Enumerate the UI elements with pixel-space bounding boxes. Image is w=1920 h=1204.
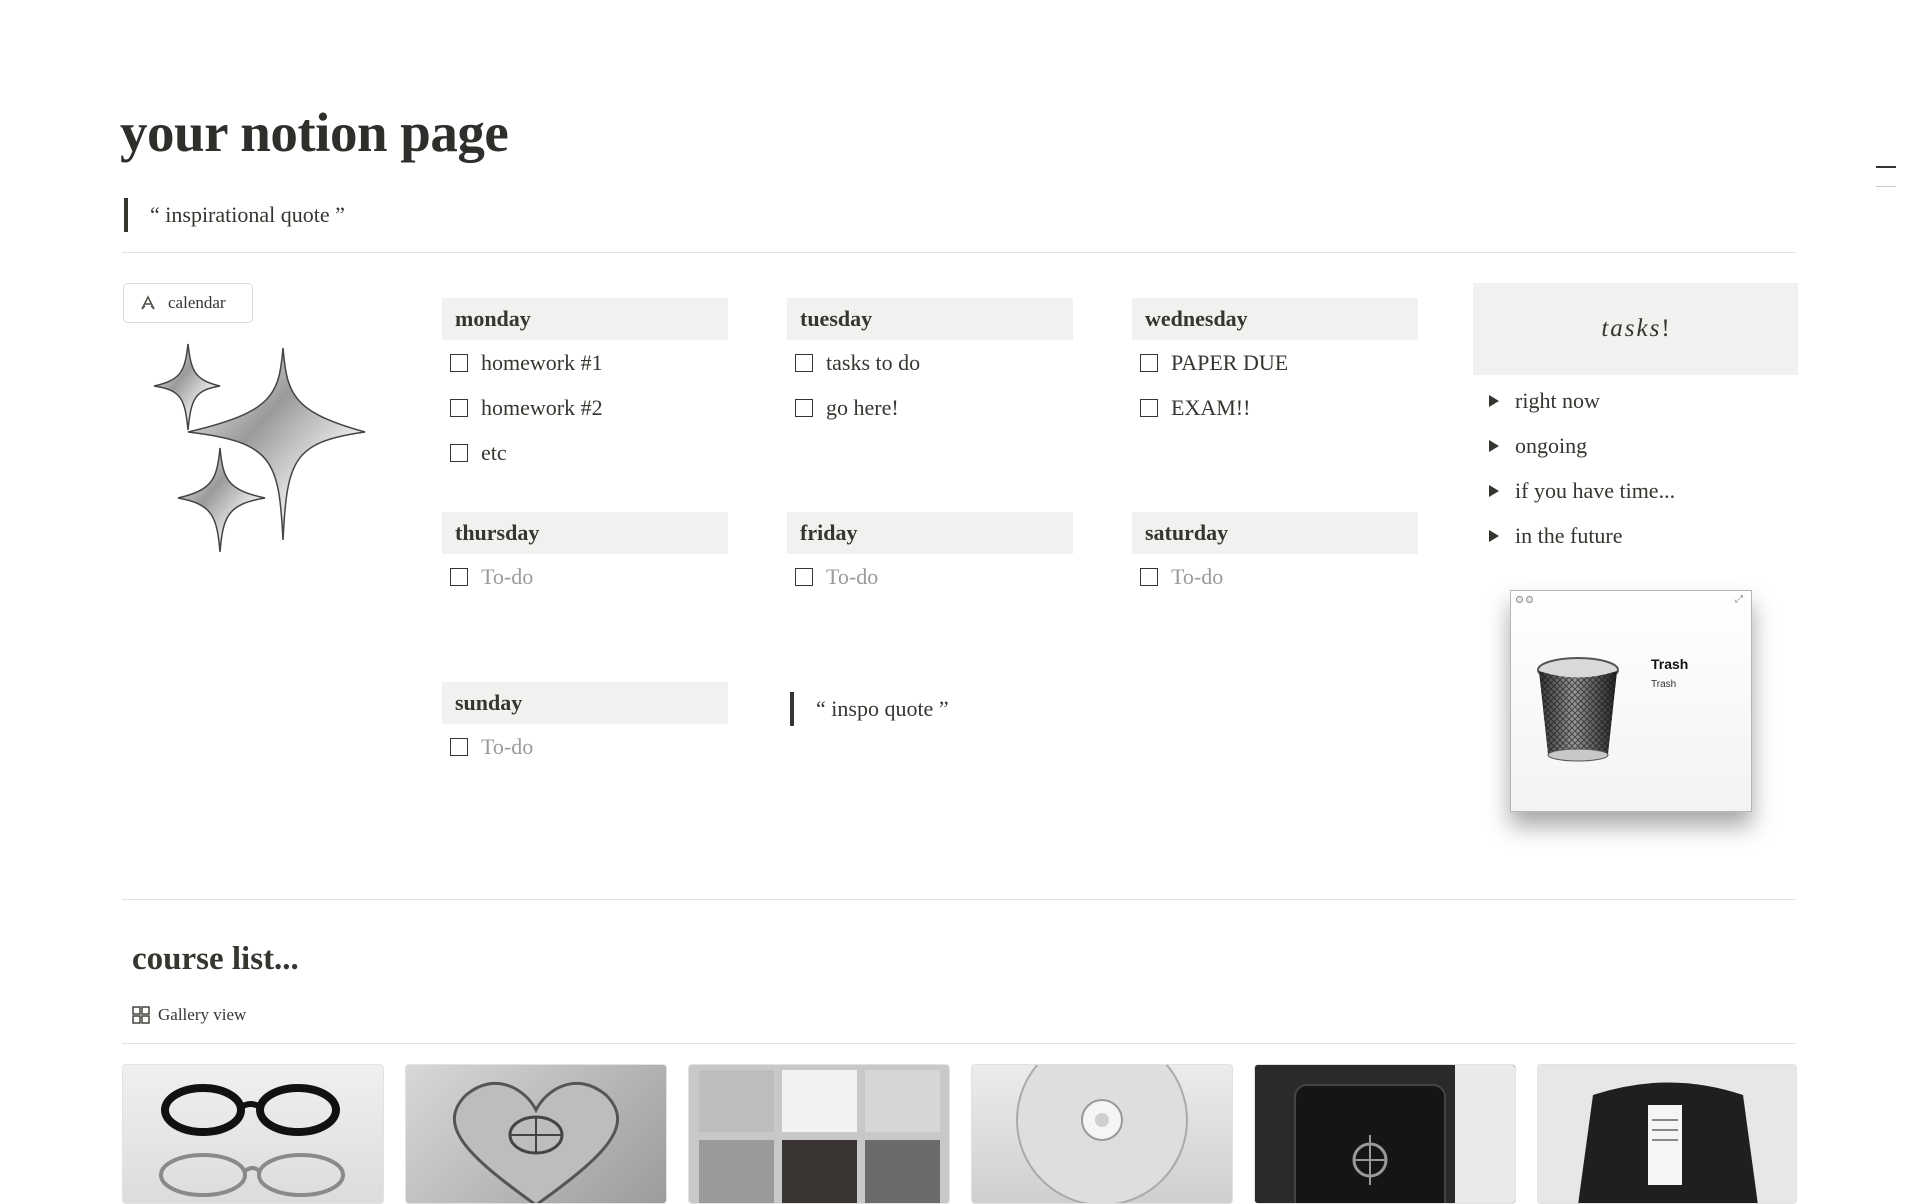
divider	[122, 899, 1796, 900]
outline-indicator-active[interactable]	[1876, 166, 1896, 168]
day-heading[interactable]: wednesday	[1132, 298, 1418, 340]
day-column-friday: friday To-do	[787, 512, 1073, 599]
divider	[122, 252, 1796, 253]
todo-checkbox[interactable]	[450, 398, 468, 417]
todo-checkbox[interactable]	[1140, 567, 1158, 586]
day-column-monday: monday homework #1 homework #2 etc	[442, 298, 728, 475]
day-heading[interactable]: sunday	[442, 682, 728, 724]
todo-item[interactable]: homework #1	[442, 340, 728, 385]
course-card[interactable]	[971, 1064, 1233, 1204]
task-toggle[interactable]: in the future	[1477, 513, 1675, 558]
course-card[interactable]	[1254, 1064, 1516, 1204]
toggle-triangle-icon[interactable]	[1489, 484, 1499, 497]
notion-calendar-icon	[141, 295, 155, 310]
todo-item[interactable]: PAPER DUE	[1132, 340, 1418, 385]
todo-checkbox[interactable]	[450, 353, 468, 372]
day-column-sunday: sunday To-do	[442, 682, 728, 769]
toggle-triangle-icon[interactable]	[1489, 439, 1499, 452]
todo-checkbox[interactable]	[795, 567, 813, 586]
todo-item[interactable]: To-do	[1132, 554, 1418, 599]
todo-text[interactable]: EXAM!!	[1171, 395, 1250, 421]
day-heading[interactable]: thursday	[442, 512, 728, 554]
todo-item[interactable]: To-do	[787, 554, 1073, 599]
day-heading[interactable]: tuesday	[787, 298, 1073, 340]
sparkles-image	[153, 343, 366, 553]
day-heading[interactable]: friday	[787, 512, 1073, 554]
task-toggle-label: in the future	[1515, 522, 1623, 548]
todo-item[interactable]: tasks to do	[787, 340, 1073, 385]
page-title[interactable]: your notion page	[120, 100, 509, 166]
leather-wallet-image	[1255, 1065, 1515, 1203]
eyeshadow-palette-image	[699, 1070, 940, 1203]
course-card[interactable]	[688, 1064, 950, 1204]
todo-checkbox[interactable]	[1140, 398, 1158, 417]
todo-text[interactable]: homework #2	[481, 395, 603, 421]
tasks-callout[interactable]: tasks!	[1473, 283, 1798, 375]
page-quote[interactable]: “ inspirational quote ”	[124, 198, 345, 232]
todo-item[interactable]: go here!	[787, 385, 1073, 430]
todo-text[interactable]: PAPER DUE	[1171, 350, 1288, 376]
todo-item[interactable]: EXAM!!	[1132, 385, 1418, 430]
trash-subtitle: Trash	[1651, 679, 1677, 690]
course-card[interactable]	[405, 1064, 667, 1204]
heart-compact-image	[453, 1081, 619, 1203]
tasks-title: tasks	[1601, 315, 1662, 342]
toggle-triangle-icon[interactable]	[1489, 529, 1499, 542]
trash-can-icon	[1537, 657, 1619, 762]
cd-disc-image	[1016, 1065, 1188, 1203]
todo-text[interactable]: go here!	[826, 395, 899, 421]
task-toggle-label: right now	[1515, 387, 1600, 413]
outline-indicator[interactable]	[1876, 186, 1896, 187]
trash-title: Trash	[1651, 656, 1689, 672]
course-list-heading[interactable]: course list...	[132, 940, 299, 980]
gallery-view-tab[interactable]: Gallery view	[132, 1005, 246, 1025]
todo-item[interactable]: etc	[442, 430, 728, 475]
gallery-grid-icon	[132, 1006, 150, 1024]
day-column-saturday: saturday To-do	[1132, 512, 1418, 599]
todo-text[interactable]: tasks to do	[826, 350, 920, 376]
task-toggle[interactable]: ongoing	[1477, 423, 1675, 468]
course-card[interactable]	[122, 1064, 384, 1204]
minimize-dot[interactable]	[1526, 596, 1533, 603]
todo-checkbox[interactable]	[450, 737, 468, 756]
course-card[interactable]	[1537, 1064, 1797, 1204]
todo-text[interactable]: To-do	[826, 564, 878, 590]
glasses-image	[159, 1084, 345, 1197]
todo-text[interactable]: To-do	[481, 564, 533, 590]
window-controls[interactable]	[1516, 596, 1533, 603]
toggle-triangle-icon[interactable]	[1489, 394, 1499, 407]
expand-icon[interactable]: ⤢	[1735, 594, 1743, 605]
task-toggle-label: ongoing	[1515, 432, 1588, 458]
fuzzy-bag-image	[1578, 1082, 1758, 1203]
todo-text[interactable]: etc	[481, 440, 507, 466]
todo-text[interactable]: To-do	[1171, 564, 1223, 590]
todo-checkbox[interactable]	[450, 567, 468, 586]
todo-text[interactable]: homework #1	[481, 350, 603, 376]
calendar-button[interactable]: calendar	[123, 283, 253, 323]
tasks-toggle-list: right now ongoing if you have time... in th…	[1477, 378, 1675, 558]
task-toggle-label: if you have time...	[1515, 477, 1676, 503]
day-column-wednesday: wednesday PAPER DUE EXAM!!	[1132, 298, 1418, 430]
todo-item[interactable]: To-do	[442, 554, 728, 599]
day-column-tuesday: tuesday tasks to do go here!	[787, 298, 1073, 430]
todo-item[interactable]: homework #2	[442, 385, 728, 430]
todo-text[interactable]: To-do	[481, 734, 533, 760]
tasks-title-suffix: !	[1661, 315, 1670, 342]
day-heading[interactable]: monday	[442, 298, 728, 340]
todo-checkbox[interactable]	[795, 398, 813, 417]
inspo-quote[interactable]: “ inspo quote ”	[790, 692, 949, 726]
task-toggle[interactable]: right now	[1477, 378, 1675, 423]
todo-checkbox[interactable]	[795, 353, 813, 372]
divider	[122, 1043, 1796, 1044]
todo-checkbox[interactable]	[1140, 353, 1158, 372]
close-dot[interactable]	[1516, 596, 1523, 603]
todo-item[interactable]: To-do	[442, 724, 728, 769]
task-toggle[interactable]: if you have time...	[1477, 468, 1675, 513]
day-heading[interactable]: saturday	[1132, 512, 1418, 554]
todo-checkbox[interactable]	[450, 443, 468, 462]
trash-widget[interactable]: ⤢ Trash Trash	[1510, 590, 1752, 812]
day-column-thursday: thursday To-do	[442, 512, 728, 599]
